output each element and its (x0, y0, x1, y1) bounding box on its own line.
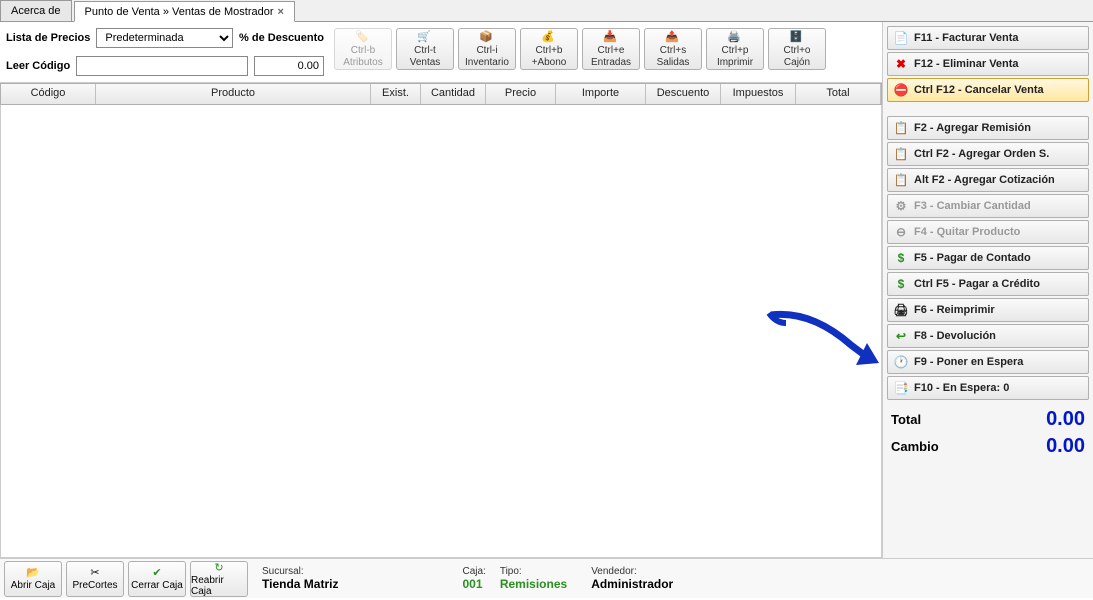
print-icon: 🖨️ (727, 30, 743, 44)
en-espera-button[interactable]: 📑F10 - En Espera: 0 (887, 376, 1089, 400)
read-code-label: Leer Código (6, 60, 70, 72)
vendedor-value: Administrador (591, 577, 673, 591)
check-icon: ✔ (152, 566, 161, 579)
side-panel: 📄F11 - Facturar Venta ✖F12 - Eliminar Ve… (883, 22, 1093, 558)
total-label: Total (891, 412, 921, 427)
ventas-button[interactable]: 🛒 Ctrl-t Ventas (396, 28, 454, 70)
read-code-input[interactable] (76, 56, 248, 76)
box-icon: 📦 (479, 30, 495, 44)
col-producto[interactable]: Producto (96, 84, 371, 104)
grid-header: Código Producto Exist. Cantidad Precio I… (0, 83, 882, 105)
tab-punto-de-venta[interactable]: Punto de Venta » Ventas de Mostrador × (74, 1, 295, 22)
col-cantidad[interactable]: Cantidad (421, 84, 486, 104)
reabrir-caja-button[interactable]: ↻Reabrir Caja (190, 561, 248, 597)
pagar-credito-button[interactable]: $Ctrl F5 - Pagar a Crédito (887, 272, 1089, 296)
total-value: 0.00 (1046, 408, 1085, 431)
atributos-button: 🏷️ Ctrl-b Atributos (334, 28, 392, 70)
in-icon: 📥 (603, 30, 619, 44)
salidas-button[interactable]: 📤 Ctrl+s Salidas (644, 28, 702, 70)
money-icon: 💰 (541, 30, 557, 44)
tipo-value: Remisiones (500, 577, 567, 591)
cajon-button[interactable]: 🗄️ Ctrl+o Cajón (768, 28, 826, 70)
col-precio[interactable]: Precio (486, 84, 556, 104)
doc-icon: 📋 (894, 147, 908, 161)
doc-add-icon: 📋 (894, 121, 908, 135)
agregar-orden-button[interactable]: 📋Ctrl F2 - Agregar Orden S. (887, 142, 1089, 166)
agregar-remision-button[interactable]: 📋F2 - Agregar Remisión (887, 116, 1089, 140)
caja-label: Caja: (462, 566, 485, 577)
vendedor-label: Vendedor: (591, 566, 673, 577)
reimprimir-button[interactable]: 🖨F6 - Reimprimir (887, 298, 1089, 322)
col-impuestos[interactable]: Impuestos (721, 84, 796, 104)
cambiar-cantidad-button: ⚙F3 - Cambiar Cantidad (887, 194, 1089, 218)
open-icon: 📂 (26, 566, 40, 579)
col-exist[interactable]: Exist. (371, 84, 421, 104)
dollar-icon: $ (894, 277, 908, 291)
devolucion-button[interactable]: ↩F8 - Devolución (887, 324, 1089, 348)
tab-bar: Acerca de Punto de Venta » Ventas de Mos… (0, 0, 1093, 22)
doc-icon: 📋 (894, 173, 908, 187)
imprimir-button[interactable]: 🖨️ Ctrl+p Imprimir (706, 28, 764, 70)
return-icon: ↩ (894, 329, 908, 343)
inventario-button[interactable]: 📦 Ctrl-i Inventario (458, 28, 516, 70)
price-list-select[interactable]: Predeterminada (96, 28, 233, 48)
cut-icon: ✂ (90, 566, 99, 579)
dollar-icon: $ (894, 251, 908, 265)
delete-icon: ✖ (894, 57, 908, 71)
col-importe[interactable]: Importe (556, 84, 646, 104)
tag-icon: 🏷️ (355, 30, 371, 44)
cambio-value: 0.00 (1046, 435, 1085, 458)
gear-icon: ⚙ (894, 199, 908, 213)
tab-label: Punto de Venta » Ventas de Mostrador (85, 6, 274, 18)
cerrar-caja-button[interactable]: ✔Cerrar Caja (128, 561, 186, 597)
annotation-arrow-icon (761, 305, 891, 385)
col-total[interactable]: Total (796, 84, 881, 104)
abono-button[interactable]: 💰 Ctrl+b +Abono (520, 28, 578, 70)
out-icon: 📤 (665, 30, 681, 44)
minus-icon: ⊖ (894, 225, 908, 239)
clock-icon: 🕐 (894, 355, 908, 369)
agregar-cotizacion-button[interactable]: 📋Alt F2 - Agregar Cotización (887, 168, 1089, 192)
refresh-icon: ↻ (214, 561, 223, 574)
grid-body[interactable] (0, 105, 882, 558)
eliminar-venta-button[interactable]: ✖F12 - Eliminar Venta (887, 52, 1089, 76)
close-icon[interactable]: × (278, 6, 284, 18)
bottom-bar: 📂Abrir Caja ✂PreCortes ✔Cerrar Caja ↻Rea… (0, 558, 1093, 598)
cart-icon: 🛒 (417, 30, 433, 44)
col-descuento[interactable]: Descuento (646, 84, 721, 104)
cancel-icon: ⛔ (894, 83, 908, 97)
sucursal-value: Tienda Matriz (262, 577, 338, 591)
cancelar-venta-button[interactable]: ⛔Ctrl F12 - Cancelar Venta (887, 78, 1089, 102)
cambio-label: Cambio (891, 439, 939, 454)
price-list-label: Lista de Precios (6, 32, 90, 44)
discount-label: % de Descuento (239, 32, 324, 44)
print-icon: 🖨 (894, 303, 908, 317)
col-codigo[interactable]: Código (1, 84, 96, 104)
precortes-button[interactable]: ✂PreCortes (66, 561, 124, 597)
tipo-label: Tipo: (500, 566, 567, 577)
poner-espera-button[interactable]: 🕐F9 - Poner en Espera (887, 350, 1089, 374)
list-icon: 📑 (894, 381, 908, 395)
tab-acerca-de[interactable]: Acerca de (0, 0, 72, 21)
caja-value: 001 (462, 577, 485, 591)
tab-label: Acerca de (11, 5, 61, 17)
entradas-button[interactable]: 📥 Ctrl+e Entradas (582, 28, 640, 70)
invoice-icon: 📄 (894, 31, 908, 45)
abrir-caja-button[interactable]: 📂Abrir Caja (4, 561, 62, 597)
quitar-producto-button: ⊖F4 - Quitar Producto (887, 220, 1089, 244)
sucursal-label: Sucursal: (262, 566, 338, 577)
pagar-contado-button[interactable]: $F5 - Pagar de Contado (887, 246, 1089, 270)
facturar-venta-button[interactable]: 📄F11 - Facturar Venta (887, 26, 1089, 50)
drawer-icon: 🗄️ (789, 30, 805, 44)
discount-input[interactable] (254, 56, 324, 76)
